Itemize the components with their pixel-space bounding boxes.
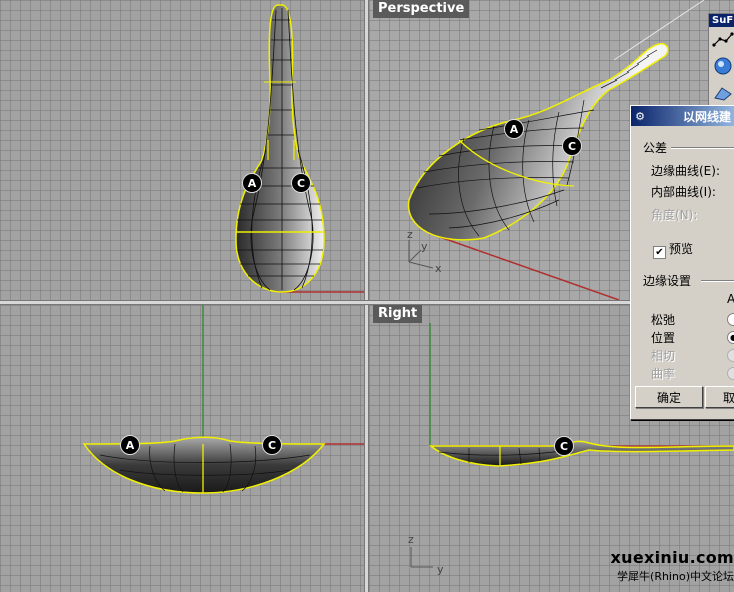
network-surface-dialog: ⚙ 以网线建 公差 边缘曲线(E): 内部曲线(I): 角度(N): ✔ 预览 边…: [630, 105, 734, 420]
dialog-title: 以网线建: [683, 109, 732, 124]
tolerance-separator: [671, 147, 734, 149]
point-marker-a-front: A: [120, 435, 140, 455]
edge-curves-label: 边缘曲线(E):: [651, 164, 720, 178]
option-position-radio[interactable]: ●: [727, 331, 734, 344]
column-header-a: A: [727, 292, 734, 306]
viewport-front[interactable]: A C: [0, 305, 364, 592]
preview-check-icon[interactable]: ✔: [653, 246, 666, 259]
option-curvature-label: 曲率: [651, 367, 676, 381]
axis-label-z-right: z: [408, 533, 414, 546]
point-marker-a-persp: A: [504, 119, 524, 139]
option-loose-label: 松弛: [651, 313, 676, 327]
toolbar-title[interactable]: SuF: [709, 14, 734, 27]
option-position-label: 位置: [651, 331, 676, 345]
option-loose-radio[interactable]: [727, 313, 734, 326]
surface-tool-icon[interactable]: [709, 79, 734, 105]
edge-settings-separator: [701, 280, 734, 282]
point-marker-c-right: C: [554, 436, 574, 456]
axis-gizmo-right: [410, 547, 433, 568]
dialog-title-bar[interactable]: ⚙ 以网线建: [631, 106, 734, 126]
option-tangent-label: 相切: [651, 349, 676, 363]
point-marker-c-front: C: [262, 435, 282, 455]
surface-toolbar: SuF: [708, 13, 734, 111]
spoon-front-view: [82, 305, 364, 494]
axis-label-z: z: [407, 228, 413, 241]
point-marker-a: A: [242, 173, 262, 193]
option-curvature-radio[interactable]: [727, 367, 734, 380]
viewport-splitter-horizontal[interactable]: [0, 300, 734, 305]
app-icon: ⚙: [635, 109, 645, 123]
viewport-title-right[interactable]: Right: [373, 305, 423, 323]
point-marker-c-persp: C: [562, 136, 582, 156]
viewport-title-perspective[interactable]: Perspective: [373, 0, 470, 18]
tolerance-section-label: 公差: [643, 141, 668, 155]
preview-label: 预览: [669, 242, 694, 256]
option-tangent-radio[interactable]: [727, 349, 734, 362]
inner-curves-label: 内部曲线(I):: [651, 185, 716, 199]
viewport-splitter-vertical[interactable]: [364, 0, 369, 592]
watermark: xuexiniu.com 学犀牛(Rhino)中文论坛: [588, 548, 734, 584]
axis-label-x: x: [435, 262, 442, 275]
preview-checkbox[interactable]: ✔ 预览: [653, 240, 693, 259]
edge-settings-label: 边缘设置: [643, 274, 692, 288]
x-axis-line-persp: [436, 235, 620, 300]
viewport-top[interactable]: A C: [0, 0, 364, 300]
sphere-icon[interactable]: [709, 53, 734, 79]
curve-network-icon[interactable]: [709, 27, 734, 53]
watermark-url: xuexiniu.com: [610, 548, 734, 567]
axis-label-y-right: y: [437, 563, 444, 576]
axis-label-y: y: [421, 240, 428, 253]
watermark-subtitle: 学犀牛(Rhino)中文论坛: [617, 570, 734, 583]
angle-label: 角度(N):: [651, 208, 698, 222]
ok-button[interactable]: 确定: [635, 386, 703, 408]
point-marker-c: C: [291, 173, 311, 193]
spoon-top-view: [235, 4, 364, 293]
cancel-button[interactable]: 取消: [705, 386, 734, 408]
